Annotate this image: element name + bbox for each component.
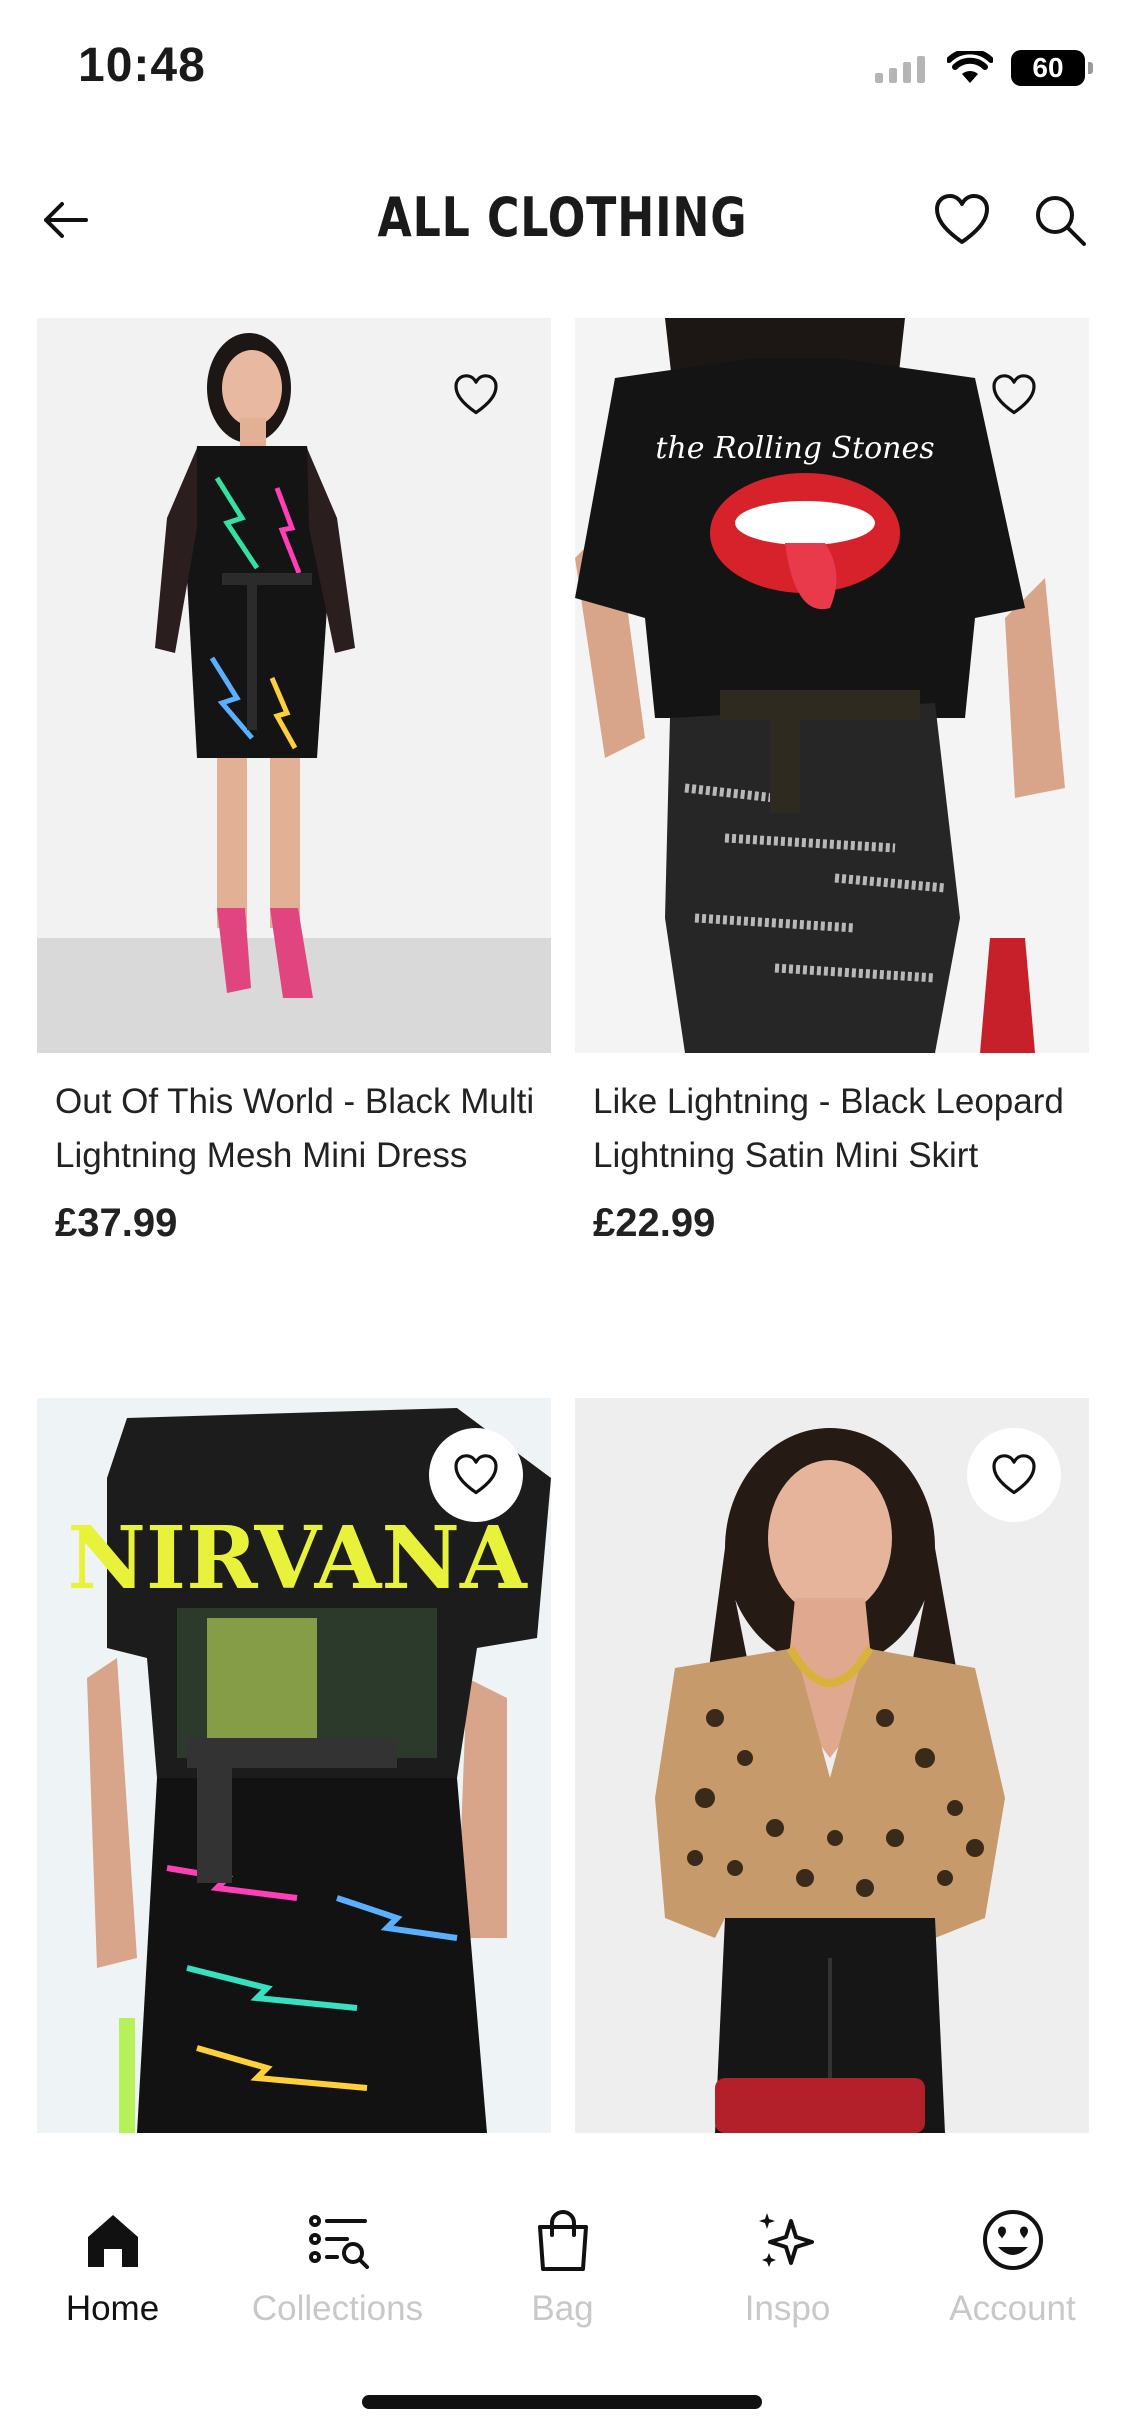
nav-home[interactable]: Home [0, 2205, 225, 2329]
favourite-button[interactable] [967, 348, 1061, 442]
status-icons: 60 [875, 50, 1093, 86]
header: ALL CLOTHING [0, 160, 1125, 280]
signal-icon [875, 56, 925, 83]
bag-icon [537, 2210, 588, 2271]
product-card[interactable]: NIRVANA [37, 1398, 551, 2133]
wishlist-heart-icon[interactable] [932, 190, 992, 250]
heart-icon [454, 374, 498, 415]
battery-icon: 60 [1011, 50, 1093, 86]
bottom-nav: Home Collections Bag Inspo Account [0, 2135, 1125, 2436]
smiley-icon [982, 2210, 1043, 2270]
favourite-button[interactable] [429, 1428, 523, 1522]
back-arrow-icon[interactable] [36, 190, 96, 250]
heart-icon [454, 1454, 498, 1495]
product-card[interactable]: the Rolling Stones Like Lightning - Blac… [575, 318, 1089, 1246]
status-bar: 10:48 60 [0, 0, 1125, 140]
battery-level: 60 [1032, 52, 1064, 83]
product-image[interactable] [575, 1398, 1089, 2133]
product-card[interactable] [575, 1398, 1089, 2133]
collections-icon [308, 2215, 369, 2269]
nav-label-account: Account [949, 2289, 1076, 2328]
product-price: £22.99 [593, 1201, 716, 1245]
nav-collections[interactable]: Collections [225, 2205, 450, 2329]
wifi-icon [947, 51, 993, 83]
home-icon [87, 2215, 138, 2267]
sparkles-icon [758, 2213, 814, 2267]
home-indicator [362, 2395, 762, 2409]
favourite-button[interactable] [967, 1428, 1061, 1522]
heart-icon [992, 374, 1036, 415]
product-card[interactable]: Out Of This World - Black Multi Lightnin… [37, 318, 551, 1246]
tshirt-print-text: NIRVANA [67, 1508, 528, 1609]
search-icon[interactable] [1030, 190, 1090, 250]
nav-label-bag: Bag [531, 2289, 594, 2328]
product-image[interactable]: the Rolling Stones [575, 318, 1089, 1053]
nav-account[interactable]: Account [900, 2205, 1125, 2329]
heart-icon [992, 1454, 1036, 1495]
product-name[interactable]: Like Lightning - Black Leopard Lightning… [575, 1075, 1089, 1183]
product-image[interactable]: NIRVANA [37, 1398, 551, 2133]
nav-label-inspo: Inspo [744, 2289, 831, 2328]
nav-inspo[interactable]: Inspo [675, 2205, 900, 2329]
page-title: ALL CLOTHING [377, 186, 748, 249]
tshirt-print-text: the Rolling Stones [655, 431, 934, 466]
nav-label-home: Home [65, 2289, 160, 2328]
favourite-button[interactable] [429, 348, 523, 442]
product-name[interactable]: Out Of This World - Black Multi Lightnin… [37, 1075, 551, 1183]
nav-bag[interactable]: Bag [450, 2205, 675, 2329]
status-time: 10:48 [78, 39, 206, 92]
nav-label-collections: Collections [251, 2289, 424, 2328]
product-image[interactable] [37, 318, 551, 1053]
product-price: £37.99 [55, 1201, 178, 1245]
